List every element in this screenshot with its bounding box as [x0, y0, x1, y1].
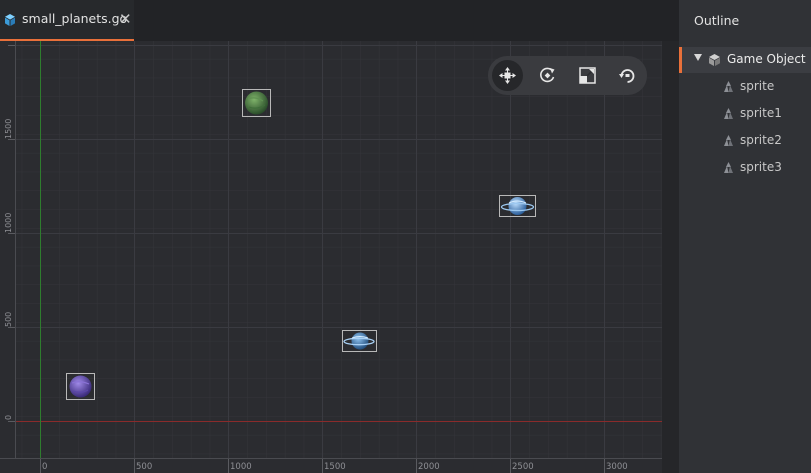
- x-tick-label: 0: [42, 462, 47, 472]
- x-tick-label: 500: [136, 462, 152, 472]
- x-tick-label: 3000: [606, 462, 628, 472]
- sprite-icon: [724, 135, 733, 146]
- vertical-ruler: 0 500 1000 1500: [0, 41, 16, 473]
- rotate-icon: [540, 67, 555, 83]
- outline-item-label: sprite2: [740, 133, 782, 147]
- scene-canvas[interactable]: 0 500 1000 1500 0 500 1000 1500 2000 250…: [0, 41, 662, 473]
- rotate-tool-button[interactable]: [532, 60, 563, 91]
- reset-view-icon: [619, 69, 635, 83]
- outline-item-sprite[interactable]: sprite: [679, 75, 811, 99]
- x-tick-label: 1500: [324, 462, 346, 472]
- chevron-down-icon[interactable]: [694, 54, 702, 61]
- outline-item-label: sprite: [740, 79, 775, 93]
- move-tool-button[interactable]: [492, 60, 523, 91]
- tab-title: small_planets.go: [22, 11, 128, 26]
- scale-tool-button[interactable]: [572, 60, 603, 91]
- y-tick-label: 1000: [4, 213, 13, 233]
- game-object-icon: [5, 14, 15, 26]
- sprite-icon: [724, 162, 733, 173]
- outline-panel: Outline Game Object sprite sprite1 sprit…: [679, 0, 811, 473]
- outline-item-label: sprite3: [740, 160, 782, 174]
- close-icon[interactable]: ✕: [119, 9, 132, 29]
- y-tick-label: 0: [4, 415, 13, 420]
- scene-viewport[interactable]: 0 500 1000 1500 0 500 1000 1500 2000 250…: [0, 41, 662, 473]
- outline-item-game-object[interactable]: Game Object: [679, 47, 811, 73]
- move-icon: [499, 67, 516, 84]
- outline-item-label: sprite1: [740, 106, 782, 120]
- outline-item-sprite3[interactable]: sprite3: [679, 156, 811, 180]
- reset-view-tool-button[interactable]: [612, 60, 643, 91]
- y-tick-label: 1500: [4, 119, 13, 139]
- cube-icon: [709, 54, 720, 66]
- editor-tab-bar: small_planets.go ✕: [0, 0, 679, 41]
- y-tick-label: 500: [4, 312, 13, 327]
- scale-icon: [579, 67, 596, 84]
- manipulator-toolbar: [488, 56, 647, 95]
- viewport-side-gutter: [662, 41, 679, 473]
- outline-item-sprite2[interactable]: sprite2: [679, 129, 811, 153]
- x-tick-label: 1000: [230, 462, 252, 472]
- horizontal-ruler: 0 500 1000 1500 2000 2500 3000: [0, 458, 662, 473]
- outline-item-sprite1[interactable]: sprite1: [679, 102, 811, 126]
- outline-item-label: Game Object: [727, 52, 806, 66]
- x-tick-label: 2500: [512, 462, 534, 472]
- sprite-icon: [724, 81, 733, 92]
- x-tick-label: 2000: [418, 462, 440, 472]
- tab-small-planets[interactable]: small_planets.go ✕: [0, 0, 134, 41]
- sprite-icon: [724, 108, 733, 119]
- outline-title: Outline: [694, 13, 740, 28]
